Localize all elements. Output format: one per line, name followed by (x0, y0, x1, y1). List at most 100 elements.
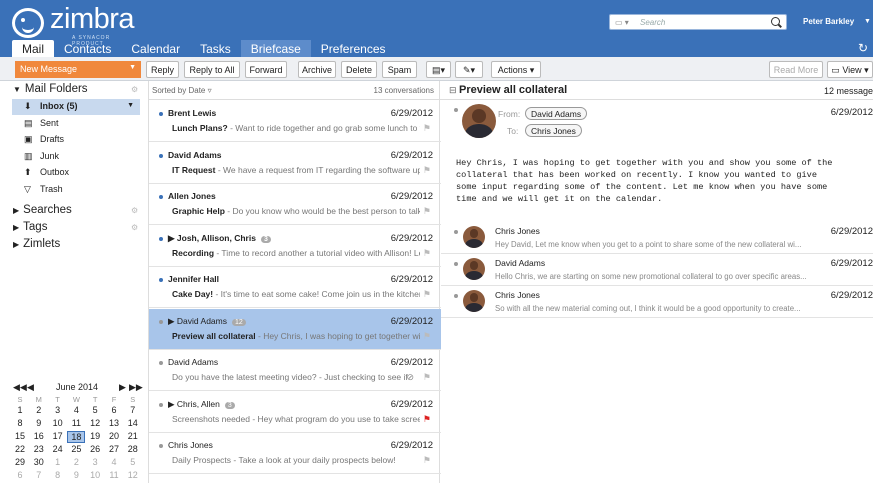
calendar-day[interactable]: 2 (30, 405, 48, 415)
list-item[interactable]: ▶ Josh, Allison, Chris 3 6/29/2012 Recordin… (149, 226, 441, 267)
calendar-day[interactable]: 16 (30, 431, 48, 441)
calendar-day[interactable]: 18 (67, 431, 86, 443)
calendar-day[interactable]: 1 (11, 405, 29, 415)
calendar-day[interactable]: 12 (124, 470, 142, 480)
calendar-day[interactable]: 2 (67, 457, 85, 467)
flag-icon[interactable]: ⚑ (423, 331, 431, 342)
search-icon[interactable] (771, 17, 780, 26)
sidebar-item-drafts[interactable]: ▣ Drafts (12, 132, 140, 148)
calendar-day[interactable]: 3 (49, 405, 67, 415)
view-button[interactable]: ▭ View ▾ (827, 61, 873, 78)
calendar-day[interactable]: 8 (11, 418, 29, 428)
zimlets-header[interactable]: ▶ Zimlets (13, 238, 60, 250)
calendar-day[interactable]: 4 (105, 457, 123, 467)
calendar-day[interactable]: 6 (105, 405, 123, 415)
tab-calendar[interactable]: Calendar (121, 40, 190, 57)
tab-preferences[interactable]: Preferences (311, 40, 396, 57)
tab-contacts[interactable]: Contacts (54, 40, 121, 57)
calendar-day[interactable]: 11 (67, 418, 85, 428)
tab-tasks[interactable]: Tasks (190, 40, 241, 57)
searches-header[interactable]: ▶ Searches (13, 204, 72, 216)
gear-icon[interactable]: ⚙ (131, 206, 138, 215)
flag-icon[interactable]: ⚑ (423, 289, 431, 300)
delete-button[interactable]: Delete (341, 61, 377, 78)
tag-icon[interactable]: ✎▾ (455, 61, 483, 78)
expand-right-icon[interactable]: ▶ (13, 240, 19, 249)
expand-right-icon[interactable]: ▶ (13, 206, 19, 215)
calendar-day[interactable]: 9 (30, 418, 48, 428)
archive-button[interactable]: Archive (298, 61, 336, 78)
list-item[interactable]: ▶ David Adams 12 6/29/2012 Preview all coll… (149, 308, 441, 350)
calendar-day[interactable]: 5 (124, 457, 142, 467)
calendar-day[interactable]: 10 (49, 418, 67, 428)
from-address[interactable]: David Adams (525, 107, 588, 120)
list-item[interactable]: Allen Jones 6/29/2012 Graphic Help - Do yo… (149, 184, 441, 225)
calendar-day[interactable]: 1 (49, 457, 67, 467)
chevron-down-icon[interactable]: ▼ (127, 102, 134, 109)
print-icon[interactable]: ▤▾ (426, 61, 451, 78)
calendar-day[interactable]: 30 (30, 457, 48, 467)
read-more-button[interactable]: Read More (769, 61, 823, 78)
sidebar-item-trash[interactable]: ▽ Trash (12, 182, 140, 198)
prev-year-icon[interactable]: ◀◀ (13, 382, 27, 393)
list-item[interactable]: David Adams 6/29/2012 IT Request - We have… (149, 143, 441, 184)
zimbra-logo[interactable]: zimbra A SYNACOR PRODUCT (12, 3, 142, 47)
reply-button[interactable]: Reply (146, 61, 179, 78)
calendar-day[interactable]: 9 (67, 470, 85, 480)
to-address[interactable]: Chris Jones (525, 124, 582, 137)
calendar-day[interactable]: 12 (86, 418, 104, 428)
flag-icon[interactable]: ⚑ (423, 123, 431, 134)
gear-icon[interactable]: ⚙ (131, 223, 138, 232)
reply-item[interactable]: Chris Jones So with all the new material … (441, 286, 873, 318)
flag-icon[interactable]: ⚑ (423, 455, 431, 466)
calendar-day[interactable]: 27 (105, 444, 123, 454)
calendar-day[interactable]: 13 (105, 418, 123, 428)
list-item[interactable]: David Adams 6/29/2012 Do you have the late… (149, 350, 441, 391)
calendar-day[interactable]: 10 (86, 470, 104, 480)
flag-icon[interactable]: ⚑ (423, 165, 431, 176)
expand-right-icon[interactable]: ▶ (13, 223, 19, 232)
tab-mail[interactable]: Mail (12, 40, 55, 57)
flag-icon[interactable]: ⚑ (423, 372, 431, 383)
expand-down-icon[interactable]: ▼ (13, 85, 21, 94)
flag-icon[interactable]: ⚑ (423, 248, 431, 259)
calendar-day[interactable]: 22 (11, 444, 29, 454)
calendar-day[interactable]: 20 (105, 431, 123, 441)
forward-button[interactable]: Forward (245, 61, 287, 78)
next-month-icon[interactable]: ▶ (119, 382, 126, 393)
calendar-day[interactable]: 19 (86, 431, 104, 441)
next-year-icon[interactable]: ▶▶ (129, 382, 143, 393)
calendar-day[interactable]: 23 (30, 444, 48, 454)
calendar-day[interactable]: 29 (11, 457, 29, 467)
chevron-down-icon[interactable]: ▼ (129, 64, 136, 71)
refresh-icon[interactable]: ↻ (858, 41, 868, 55)
calendar-day[interactable]: 15 (11, 431, 29, 441)
spam-button[interactable]: Spam (382, 61, 417, 78)
list-item[interactable]: Brent Lewis 6/29/2012 Lunch Plans? - Want … (149, 101, 441, 142)
reply-all-button[interactable]: Reply to All (184, 61, 240, 78)
mail-folders-header[interactable]: ▼ Mail Folders (13, 83, 88, 95)
sort-dropdown[interactable]: Sorted by Date ▿ (152, 86, 212, 95)
calendar-day[interactable]: 21 (124, 431, 142, 441)
sidebar-item-junk[interactable]: ▥ Junk (12, 149, 140, 165)
actions-button[interactable]: Actions ▾ (491, 61, 541, 78)
flag-icon[interactable]: ⚑ (423, 414, 431, 425)
reply-item[interactable]: David Adams Hello Chris, we are starting … (441, 254, 873, 286)
calendar-day[interactable]: 11 (105, 470, 123, 480)
calendar-day[interactable]: 7 (30, 470, 48, 480)
search-type-dropdown[interactable]: ▭ ▾ (615, 18, 629, 27)
sidebar-item-outbox[interactable]: ⬆ Outbox (12, 165, 140, 181)
calendar-day[interactable]: 5 (86, 405, 104, 415)
calendar-day[interactable]: 3 (86, 457, 104, 467)
chevron-down-icon[interactable]: ▼ (864, 18, 871, 25)
calendar-day[interactable]: 6 (11, 470, 29, 480)
prev-month-icon[interactable]: ◀ (27, 382, 34, 393)
calendar-day[interactable]: 7 (124, 405, 142, 415)
flag-icon[interactable]: ⚑ (423, 206, 431, 217)
list-item[interactable]: Jennifer Hall 6/29/2012 Cake Day! - It's t… (149, 267, 441, 308)
calendar-day[interactable]: 25 (67, 444, 85, 454)
sidebar-item-sent[interactable]: ▤ Sent (12, 116, 140, 132)
tab-briefcase[interactable]: Briefcase (240, 40, 311, 57)
calendar-day[interactable]: 17 (49, 431, 67, 441)
calendar-day[interactable]: 26 (86, 444, 104, 454)
